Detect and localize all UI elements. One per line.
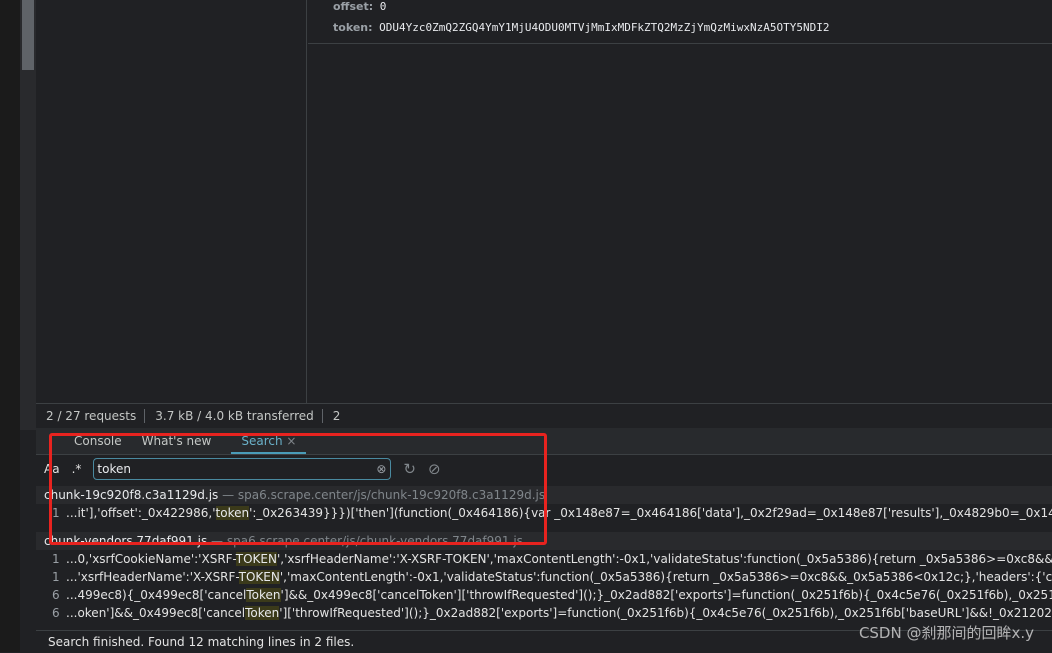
- line-number: 6: [52, 606, 60, 620]
- result-line[interactable]: 1 ...0,'xsrfCookieName':'XSRF-TOKEN','xsr…: [36, 550, 1052, 568]
- result-line[interactable]: 6 ...499ec8){_0x499ec8['cancelToken']&&_0…: [36, 586, 1052, 604]
- network-status-bar: 2 / 27 requests 3.7 kB / 4.0 kB transfer…: [36, 403, 1052, 428]
- divider: [308, 43, 1052, 44]
- requests-count: 2 / 27 requests: [36, 409, 146, 423]
- line-text: ...0,'xsrfCookieName':'XSRF-: [66, 552, 236, 566]
- request-list: [36, 0, 307, 403]
- highlight-annotation: [49, 433, 547, 545]
- line-text: ','xsrfHeaderName':'X-XSRF-TOKEN','maxCo…: [276, 552, 1052, 566]
- watermark: CSDN @刹那间的回眸x.y: [858, 624, 1034, 642]
- line-text: ']&&_0x499ec8['cancelToken']['throwIfReq…: [280, 588, 1052, 602]
- preview-row-offset: offset: 0: [333, 0, 387, 13]
- line-text: ...'xsrfHeaderName':'X-XSRF-: [66, 570, 239, 584]
- result-line[interactable]: 1 ...'xsrfHeaderName':'X-XSRF-TOKEN','max…: [36, 568, 1052, 586]
- match-highlight: TOKEN: [235, 552, 277, 566]
- match-highlight: TOKEN: [238, 570, 280, 584]
- line-number: 1: [52, 570, 60, 584]
- preview-row-token: token: ODU4Yzc0ZmQ2ZGQ4YmY1MjU4ODU0MTVjM…: [333, 21, 830, 34]
- match-highlight: Token: [245, 606, 280, 620]
- result-line[interactable]: 6 ...oken']&&_0x499ec8['cancelToken']['th…: [36, 604, 1052, 622]
- line-text: ...499ec8){_0x499ec8['cancel: [66, 588, 247, 602]
- line-text: ...oken']&&_0x499ec8['cancel: [66, 606, 246, 620]
- line-text: ','maxContentLength':-0x1,'validateStatu…: [279, 570, 1052, 584]
- transferred-size: 3.7 kB / 4.0 kB transferred: [145, 409, 323, 423]
- response-preview: offset: 0 token: ODU4Yzc0ZmQ2ZGQ4YmY1MjU…: [308, 0, 1052, 403]
- left-strip: [0, 0, 20, 652]
- line-number: 6: [52, 588, 60, 602]
- line-text: ']['throwIfRequested']();}_0x2ad882['exp…: [279, 606, 1052, 620]
- scrollbar-thumb[interactable]: [22, 0, 34, 70]
- match-highlight: Token: [246, 588, 281, 602]
- line-number: 1: [52, 552, 60, 566]
- resources-size: 2: [332, 409, 341, 423]
